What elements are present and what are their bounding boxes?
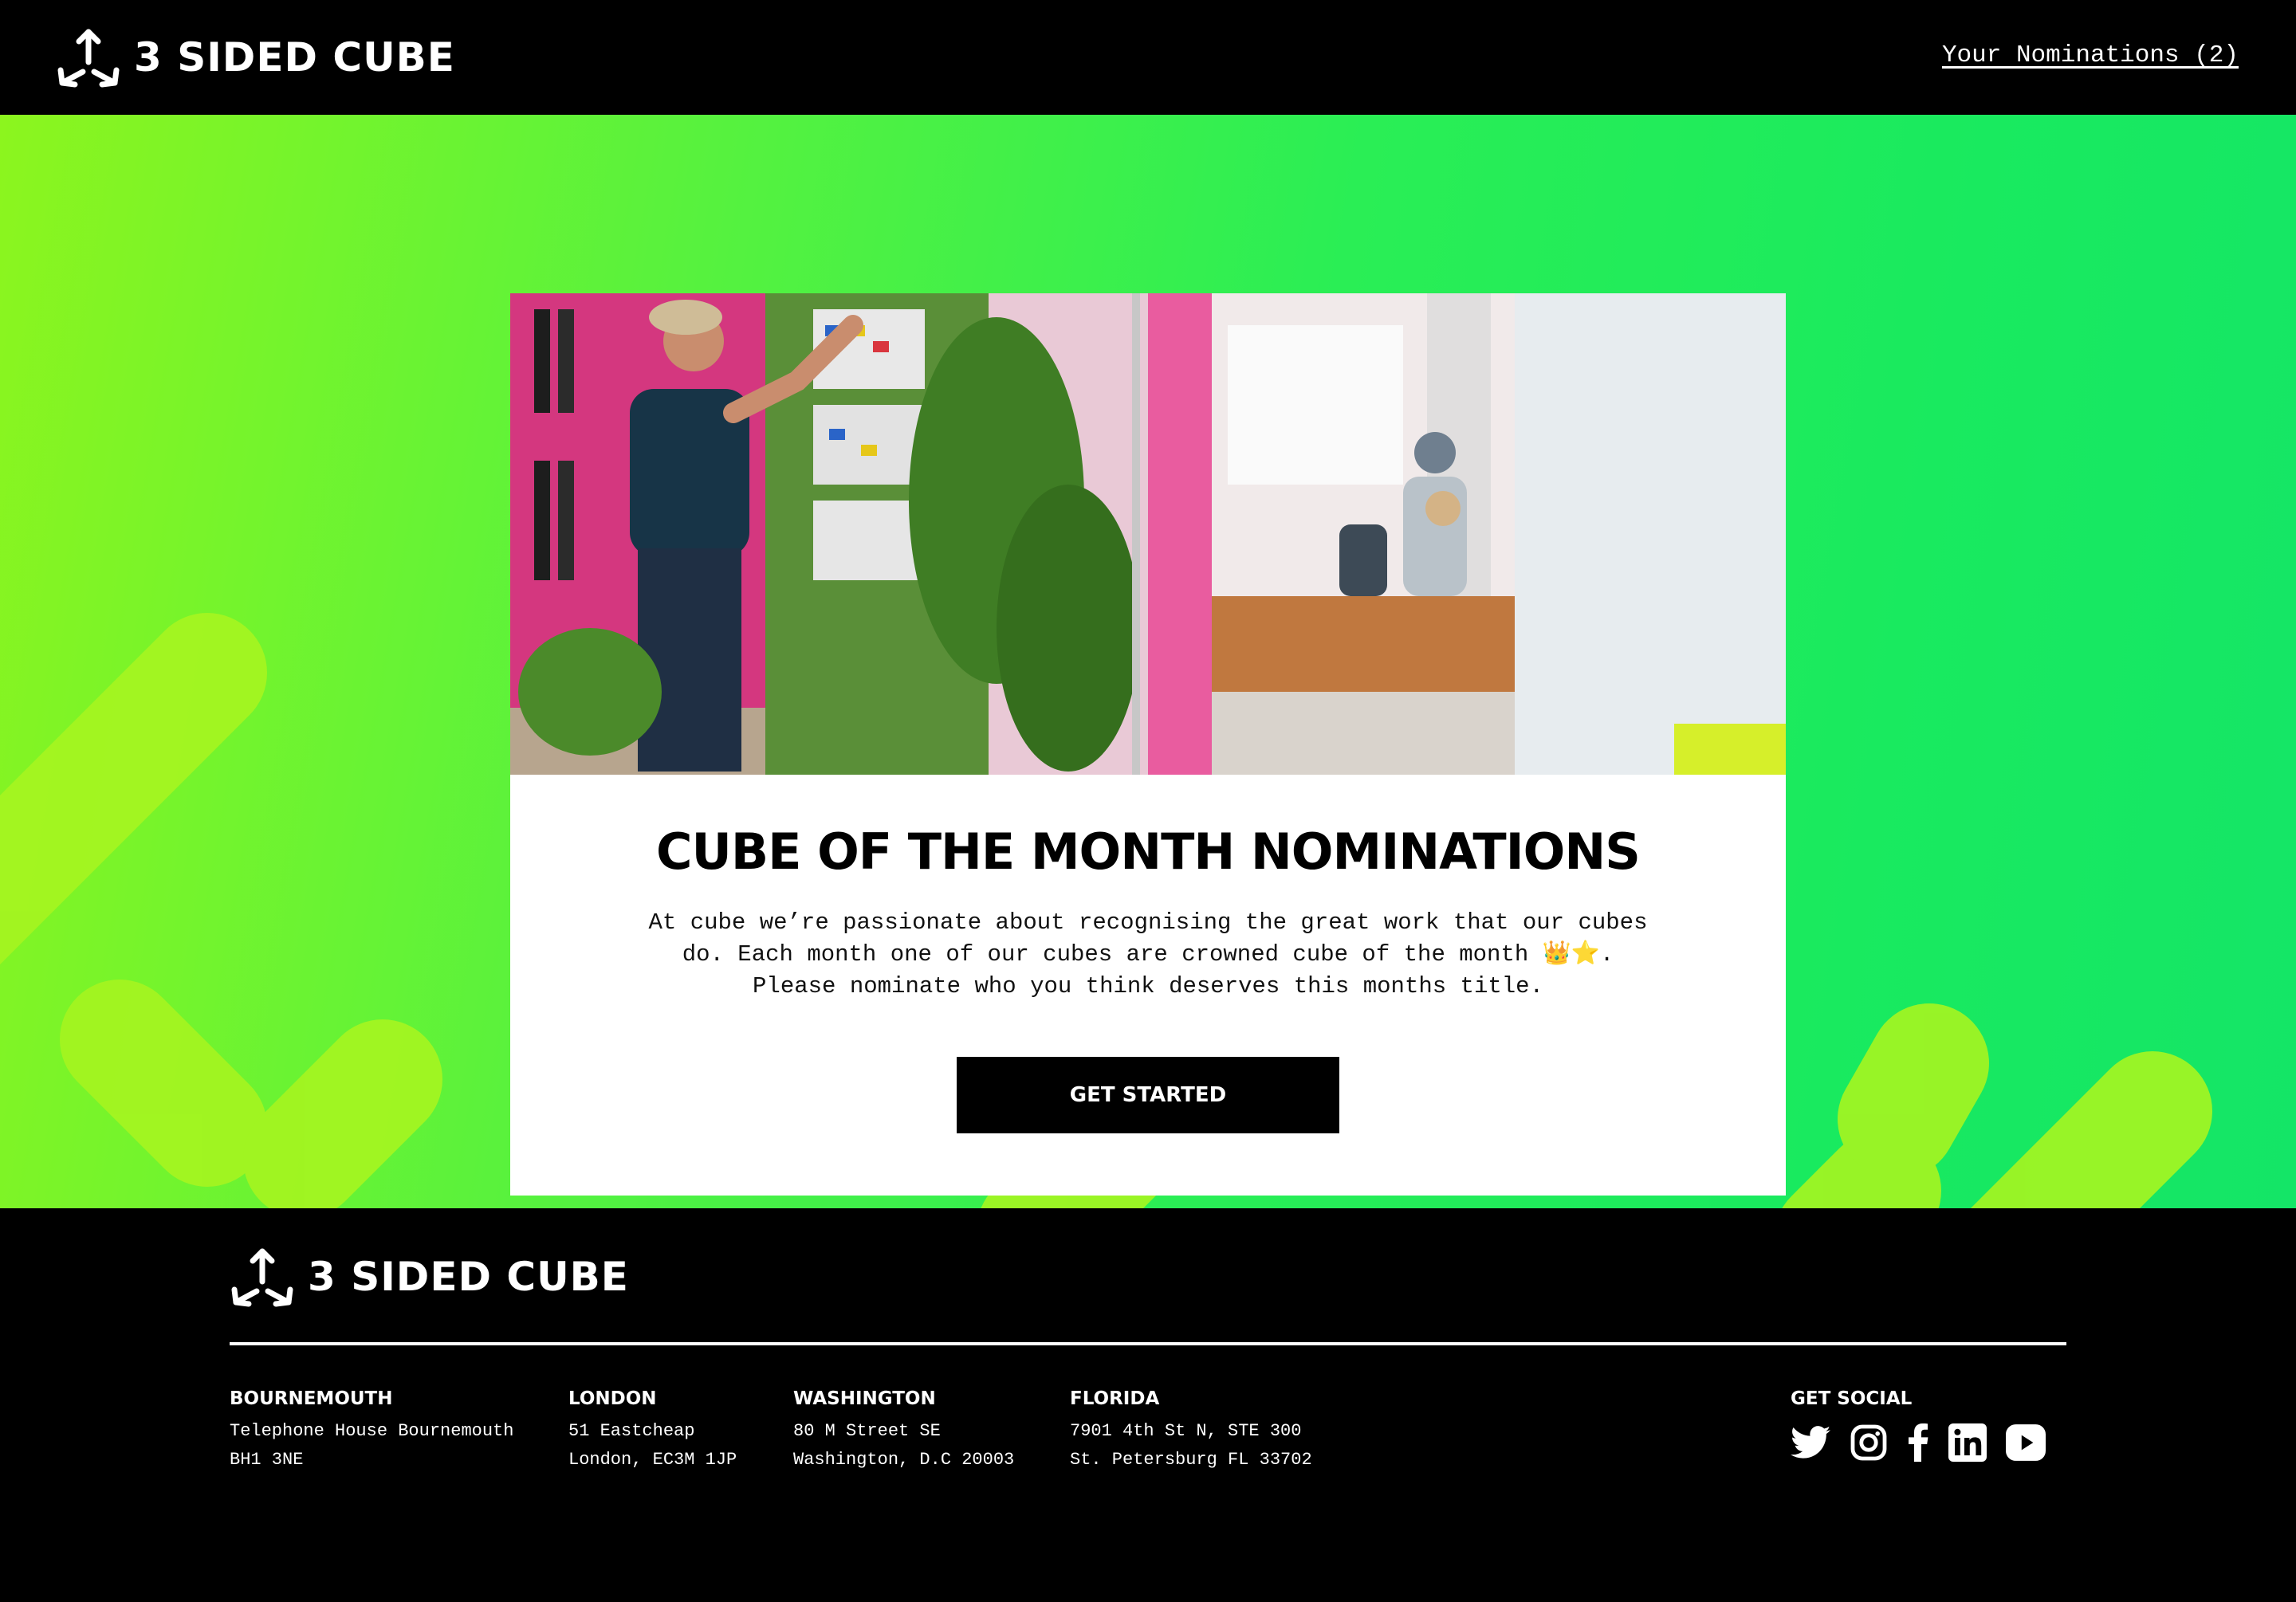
- office-washington: WASHINGTON 80 M Street SE Washington, D.…: [793, 1388, 1014, 1474]
- office-address-line: 7901 4th St N, STE 300: [1070, 1421, 1302, 1441]
- youtube-icon[interactable]: [2006, 1424, 2046, 1465]
- brand-logo[interactable]: 3 SIDED CUBE: [56, 27, 455, 88]
- facebook-icon[interactable]: [1907, 1423, 1929, 1466]
- linkedin-icon[interactable]: [1948, 1423, 1987, 1466]
- office-photo: [510, 293, 1786, 775]
- description-line: At cube we’re passionate about recognisi…: [648, 909, 1648, 936]
- office-address-line: London, EC3M 1JP: [568, 1450, 737, 1470]
- hero-section: CUBE OF THE MONTH NOMINATIONS At cube we…: [0, 115, 2296, 1208]
- page-title: CUBE OF THE MONTH NOMINATIONS: [656, 823, 1641, 881]
- office-city: BOURNEMOUTH: [230, 1388, 393, 1409]
- office-address-line: BH1 3NE: [230, 1450, 304, 1470]
- office-address-line: 51 Eastcheap: [568, 1421, 695, 1441]
- get-started-button[interactable]: GET STARTED: [957, 1057, 1339, 1133]
- twitter-icon[interactable]: [1791, 1425, 1830, 1464]
- brand-wordmark: 3 SIDED CUBE: [134, 34, 455, 80]
- social-title: GET SOCIAL: [1791, 1388, 1913, 1409]
- cube-logo-icon: [231, 1248, 293, 1307]
- office-bournemouth: BOURNEMOUTH Telephone House Bournemouth …: [230, 1388, 513, 1474]
- footer-wordmark: 3 SIDED CUBE: [308, 1254, 629, 1300]
- office-city: FLORIDA: [1070, 1388, 1160, 1409]
- intro-description: At cube we’re passionate about recognisi…: [622, 907, 1674, 1003]
- site-header: 3 SIDED CUBE Your Nominations (2): [0, 0, 2296, 115]
- description-line: Please nominate who you think deserves t…: [753, 973, 1543, 999]
- office-london: LONDON 51 Eastcheap London, EC3M 1JP: [568, 1388, 737, 1474]
- instagram-icon[interactable]: [1850, 1423, 1888, 1466]
- office-address-line: Washington, D.C 20003: [793, 1450, 1015, 1470]
- site-footer: 3 SIDED CUBE BOURNEMOUTH Telephone House…: [0, 1208, 2296, 1602]
- footer-logo[interactable]: 3 SIDED CUBE: [230, 1247, 629, 1307]
- office-city: LONDON: [568, 1388, 657, 1409]
- office-address-line: Telephone House Bournemouth: [230, 1421, 514, 1441]
- social-links: GET SOCIAL: [1791, 1388, 2046, 1466]
- description-line: do. Each month one of our cubes are crow…: [682, 941, 1614, 968]
- footer-divider: [230, 1342, 2066, 1345]
- office-city: WASHINGTON: [793, 1388, 936, 1409]
- office-address-line: St. Petersburg FL 33702: [1070, 1450, 1312, 1470]
- nominations-card: CUBE OF THE MONTH NOMINATIONS At cube we…: [510, 293, 1786, 1196]
- your-nominations-link[interactable]: Your Nominations (2): [1942, 41, 2239, 69]
- cube-logo-icon: [57, 29, 120, 88]
- office-address-line: 80 M Street SE: [793, 1421, 941, 1441]
- office-florida: FLORIDA 7901 4th St N, STE 300 St. Peter…: [1070, 1388, 1312, 1474]
